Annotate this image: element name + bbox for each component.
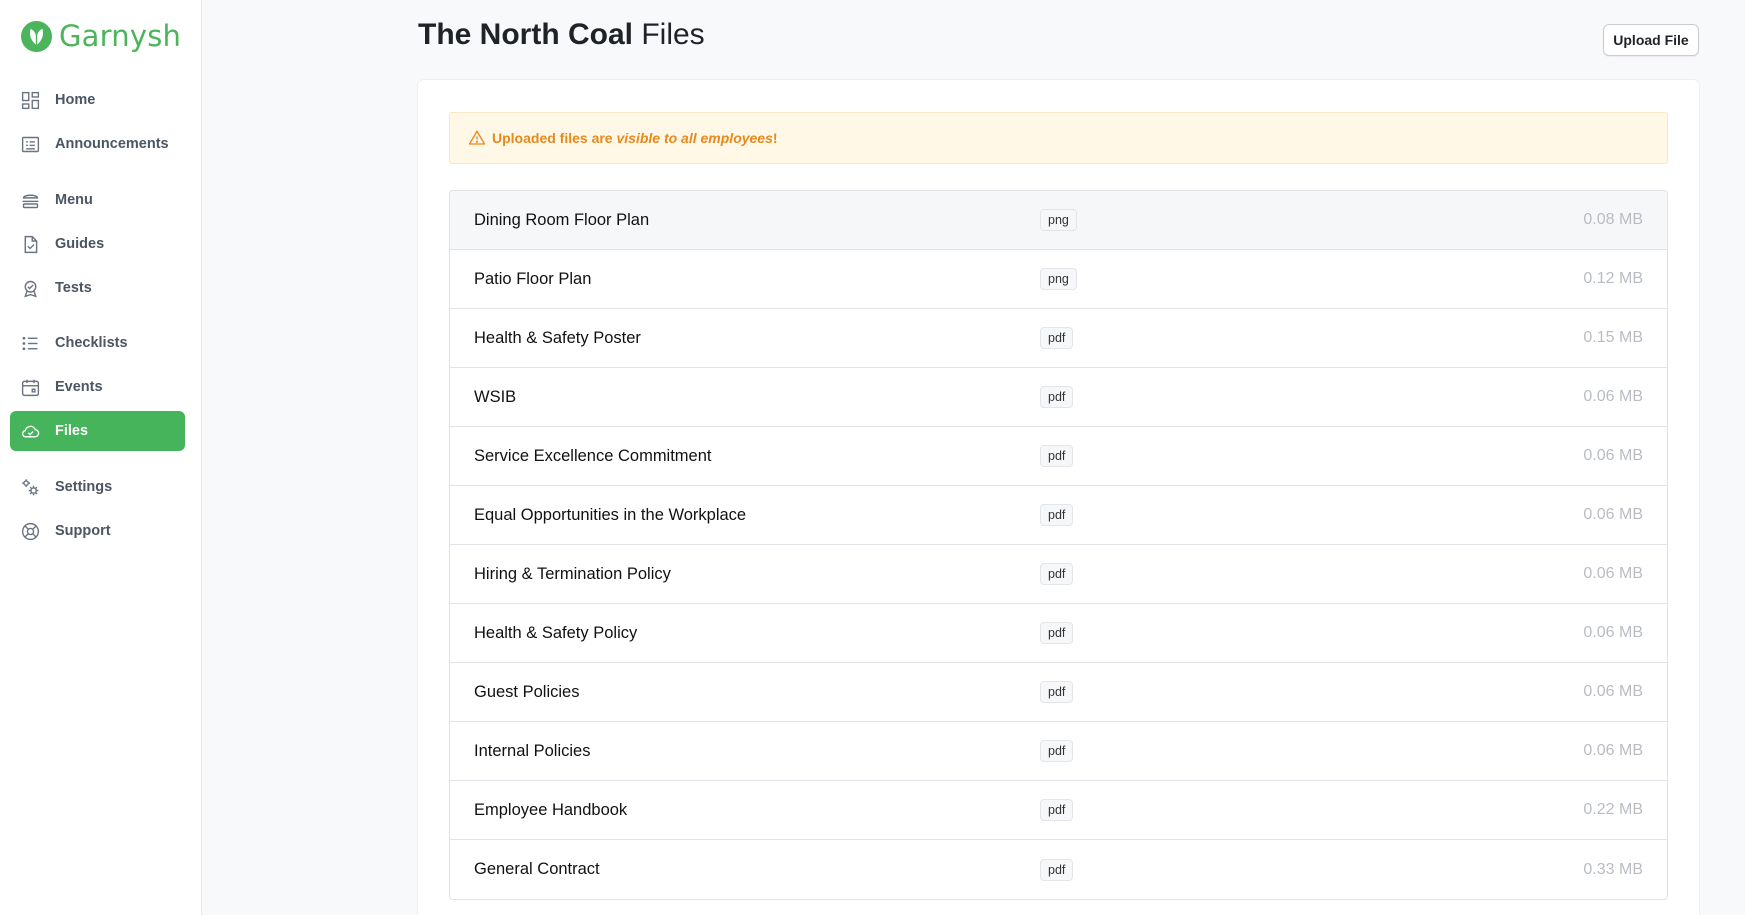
leaf-logo-icon — [20, 20, 53, 52]
badge-icon — [19, 277, 41, 299]
list-icon — [19, 332, 41, 354]
file-type-badge: pdf — [1040, 445, 1074, 467]
file-row[interactable]: Dining Room Floor Plan png 0.08 MB — [450, 191, 1667, 250]
sidebar-item-guides[interactable]: Guides — [10, 224, 185, 264]
sidebar-item-label: Support — [55, 523, 111, 539]
file-row[interactable]: Guest Policies pdf 0.06 MB — [450, 663, 1667, 722]
file-name: Internal Policies — [474, 741, 591, 760]
sidebar-item-label: Settings — [55, 479, 113, 495]
file-row[interactable]: Health & Safety Poster pdf 0.15 MB — [450, 309, 1667, 368]
lifebuoy-icon — [19, 520, 41, 542]
sidebar-item-tests[interactable]: Tests — [10, 268, 185, 308]
sidebar-item-label: Checklists — [55, 335, 128, 351]
sidebar-item-menu[interactable]: Menu — [10, 180, 185, 220]
file-name: General Contract — [474, 860, 600, 878]
file-row[interactable]: Equal Opportunities in the Workplace pdf… — [450, 486, 1667, 545]
sidebar-item-label: Guides — [55, 236, 105, 252]
grid-icon — [19, 89, 41, 111]
alert-suffix: ! — [772, 130, 778, 146]
file-type-badge: pdf — [1040, 563, 1074, 585]
sidebar-item-label: Announcements — [55, 136, 169, 152]
sidebar-item-label: Files — [55, 423, 89, 439]
file-type-badge: pdf — [1040, 799, 1074, 821]
file-size: 0.06 MB — [1583, 447, 1643, 464]
sidebar-item-label: Tests — [55, 280, 92, 296]
sidebar-item-files[interactable]: Files — [10, 411, 185, 451]
file-size: 0.22 MB — [1583, 801, 1643, 818]
sidebar-item-support[interactable]: Support — [10, 511, 185, 551]
file-type-badge: pdf — [1040, 858, 1074, 881]
file-row[interactable]: WSIB pdf 0.06 MB — [450, 368, 1667, 427]
file-type-badge: pdf — [1040, 681, 1074, 703]
file-row[interactable]: Service Excellence Commitment pdf 0.06 M… — [450, 427, 1667, 486]
brand-name: Garnysh — [59, 19, 182, 53]
file-name: Health & Safety Policy — [474, 623, 638, 642]
alert-emphasis: visible to all employees — [616, 130, 773, 146]
alert-text: Uploaded files are visible to all employ… — [492, 130, 778, 146]
warning-icon — [468, 130, 486, 145]
sidebar-item-checklists[interactable]: Checklists — [10, 323, 185, 363]
file-size: 0.06 MB — [1583, 565, 1643, 582]
file-size: 0.06 MB — [1583, 742, 1643, 759]
file-name: Health & Safety Poster — [474, 328, 641, 347]
file-type-badge: png — [1040, 268, 1077, 290]
file-name: Patio Floor Plan — [474, 269, 592, 288]
sidebar-item-announcements[interactable]: Announcements — [10, 124, 185, 164]
file-row[interactable]: Employee Handbook pdf 0.22 MB — [450, 781, 1667, 840]
file-size: 0.08 MB — [1583, 211, 1643, 228]
file-name: Service Excellence Commitment — [474, 446, 712, 465]
file-type-badge: pdf — [1040, 504, 1074, 526]
page-title-light: Files — [641, 18, 705, 51]
file-type-badge: png — [1040, 209, 1077, 231]
file-row[interactable]: General Contract pdf 0.33 MB — [450, 840, 1667, 899]
sidebar-item-settings[interactable]: Settings — [10, 467, 185, 507]
file-list: Dining Room Floor Plan png 0.08 MB Patio… — [449, 190, 1668, 900]
file-row[interactable]: Internal Policies pdf 0.06 MB — [450, 722, 1667, 781]
file-name: WSIB — [474, 387, 517, 406]
file-name: Equal Opportunities in the Workplace — [474, 505, 747, 524]
file-name: Employee Handbook — [474, 800, 628, 819]
upload-file-button[interactable]: Upload File — [1603, 24, 1699, 56]
sidebar-item-label: Events — [55, 379, 103, 395]
file-size: 0.15 MB — [1583, 329, 1643, 346]
file-size: 0.12 MB — [1583, 270, 1643, 287]
file-size: 0.06 MB — [1583, 624, 1643, 641]
file-row[interactable]: Patio Floor Plan png 0.12 MB — [450, 250, 1667, 309]
file-size: 0.06 MB — [1583, 388, 1643, 405]
newspaper-icon — [19, 133, 41, 155]
file-size: 0.06 MB — [1583, 683, 1643, 700]
file-name: Dining Room Floor Plan — [474, 210, 650, 229]
visibility-alert: Uploaded files are visible to all employ… — [449, 112, 1668, 164]
file-type-badge: pdf — [1040, 386, 1074, 408]
file-type-badge: pdf — [1040, 327, 1074, 349]
file-name: Hiring & Termination Policy — [474, 564, 671, 583]
sidebar-item-label: Menu — [55, 192, 93, 208]
file-name: Guest Policies — [474, 682, 580, 701]
file-row[interactable]: Hiring & Termination Policy pdf 0.06 MB — [450, 545, 1667, 604]
file-row[interactable]: Health & Safety Policy pdf 0.06 MB — [450, 604, 1667, 663]
file-type-badge: pdf — [1040, 740, 1074, 762]
file-size: 0.33 MB — [1583, 860, 1643, 878]
document-check-icon — [19, 233, 41, 255]
file-type-badge: pdf — [1040, 622, 1074, 644]
alert-prefix: Uploaded files are — [492, 130, 617, 146]
sidebar: Garnysh Home Announcements Menu Guides T… — [0, 0, 202, 915]
sidebar-item-home[interactable]: Home — [10, 80, 185, 120]
sidebar-item-events[interactable]: Events — [10, 367, 185, 407]
cloud-icon — [19, 420, 41, 442]
calendar-icon — [19, 376, 41, 398]
page-title-bold: The North Coal — [418, 18, 633, 51]
gears-icon — [19, 476, 41, 498]
file-size: 0.06 MB — [1583, 506, 1643, 523]
brand[interactable]: Garnysh — [20, 18, 181, 54]
files-card: Uploaded files are visible to all employ… — [418, 80, 1699, 915]
burger-icon — [19, 189, 41, 211]
page-title: The North Coal Files — [418, 18, 705, 52]
sidebar-item-label: Home — [55, 92, 96, 108]
